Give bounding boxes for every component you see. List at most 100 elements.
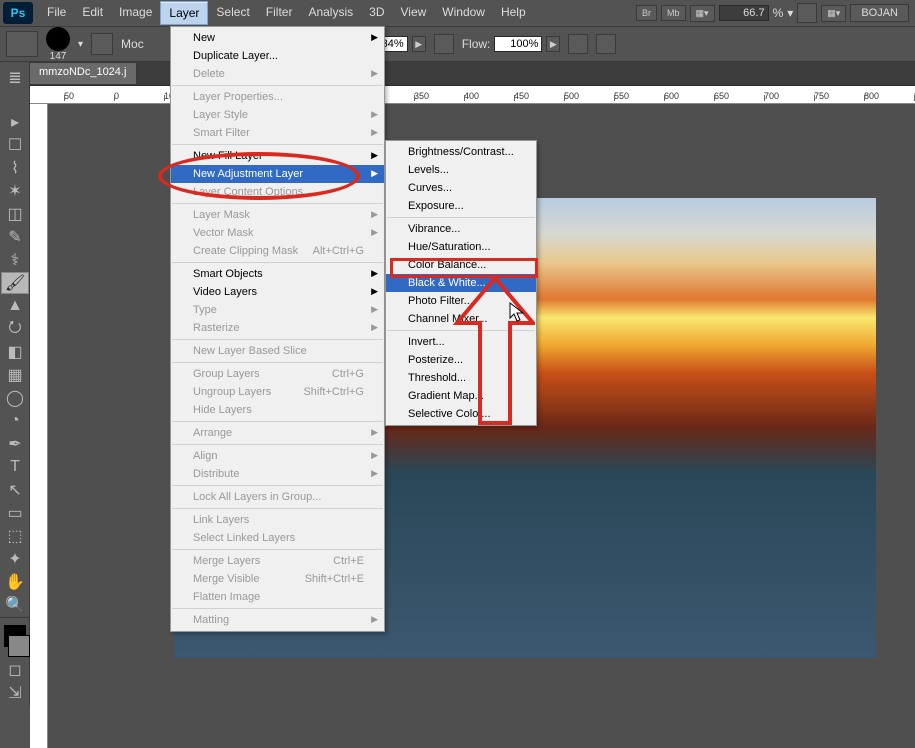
screen-mode-button[interactable]: ▦▾ [821,5,846,22]
menuitem-layer-content-options-: Layer Content Options... [171,183,384,201]
menuitem-lock-all-layers-in-group-: Lock All Layers in Group... [171,488,384,506]
background-color[interactable] [8,635,30,657]
view-tool-icon[interactable] [797,3,817,23]
view-extras-button[interactable]: ▦▾ [690,5,715,22]
document-tab[interactable]: mmzoNDc_1024.j [28,62,137,85]
ruler-vertical [30,104,48,748]
menu-layer[interactable]: Layer [160,1,208,25]
menuitem-flatten-image: Flatten Image [171,588,384,606]
blur-tool[interactable]: ◯ [1,387,29,409]
menuitem-delete: Delete▶ [171,65,384,83]
user-label[interactable]: BOJAN [850,4,909,22]
subitem-posterize-[interactable]: Posterize... [386,351,536,369]
menuitem-vector-mask: Vector Mask▶ [171,224,384,242]
menuitem-hide-layers: Hide Layers [171,401,384,419]
subitem-curves-[interactable]: Curves... [386,179,536,197]
menuitem-rasterize: Rasterize▶ [171,319,384,337]
marquee-tool[interactable]: ☐ [1,134,29,156]
airbrush-icon[interactable] [568,34,588,54]
tablet-opacity-icon[interactable] [434,34,454,54]
subitem-vibrance-[interactable]: Vibrance... [386,220,536,238]
subitem-exposure-[interactable]: Exposure... [386,197,536,215]
menuitem-layer-style: Layer Style▶ [171,106,384,124]
clone-stamp-tool[interactable]: ▲ [1,295,29,317]
screenmode-icon[interactable]: ⇲ [1,682,29,704]
eyedropper-tool[interactable]: ✎ [1,226,29,248]
hand-tool[interactable]: ✋ [1,571,29,593]
ruler-horizontal: 5001001502002503003504004505005506006507… [30,86,915,104]
menuitem-layer-mask: Layer Mask▶ [171,206,384,224]
subitem-selective-color-[interactable]: Selective Color... [386,405,536,423]
magic-wand-tool[interactable]: ✶ [1,180,29,202]
history-brush-tool[interactable]: ⭮ [1,318,29,340]
3d-tool[interactable]: ⬚ [1,525,29,547]
layer-menu-dropdown: New▶Duplicate Layer...Delete▶ Layer Prope… [170,26,385,632]
subitem-brightness-contrast-[interactable]: Brightness/Contrast... [386,143,536,161]
ps-logo-icon: Ps [3,2,33,24]
subitem-photo-filter-[interactable]: Photo Filter... [386,292,536,310]
pen-tool[interactable]: ✒ [1,433,29,455]
3d-camera-tool[interactable]: ✦ [1,548,29,570]
mode-label: Moc [121,37,144,51]
menu-analysis[interactable]: Analysis [300,1,361,25]
menu-filter[interactable]: Filter [258,1,301,25]
crop-tool[interactable]: ◫ [1,203,29,225]
subitem-hue-saturation-[interactable]: Hue/Saturation... [386,238,536,256]
subitem-gradient-map-[interactable]: Gradient Map... [386,387,536,405]
brush-size-picker[interactable]: 147 [46,27,70,62]
eraser-tool[interactable]: ◧ [1,341,29,363]
menuitem-arrange: Arrange▶ [171,424,384,442]
menuitem-group-layers: Group LayersCtrl+G [171,365,384,383]
brush-preset-icon[interactable] [6,31,38,57]
menuitem-smart-objects[interactable]: Smart Objects▶ [171,265,384,283]
subitem-channel-mixer-[interactable]: Channel Mixer... [386,310,536,328]
menu-select[interactable]: Select [208,1,257,25]
zoom-input[interactable] [719,5,769,21]
menuitem-duplicate-layer-[interactable]: Duplicate Layer... [171,47,384,65]
options-bar: 147 ▾ Moc ▶ Flow: ▶ [0,26,915,62]
menu-edit[interactable]: Edit [74,1,111,25]
quickmask-icon[interactable]: ◻ [1,659,29,681]
menu-help[interactable]: Help [493,1,534,25]
gradient-tool[interactable]: ▦ [1,364,29,386]
menu-3d[interactable]: 3D [361,1,392,25]
brush-panel-icon[interactable] [91,33,113,55]
dodge-tool[interactable]: ◔ [1,410,29,432]
menuitem-distribute: Distribute▶ [171,465,384,483]
menu-file[interactable]: File [39,1,74,25]
subitem-color-balance-[interactable]: Color Balance... [386,256,536,274]
shape-tool[interactable]: ▭ [1,502,29,524]
move-tool[interactable]: ▸ [1,111,29,133]
menuitem-align: Align▶ [171,447,384,465]
menuitem-create-clipping-mask: Create Clipping MaskAlt+Ctrl+G [171,242,384,260]
adjustment-submenu: Brightness/Contrast...Levels...Curves...… [385,140,537,426]
zoom-tool[interactable]: 🔍 [1,594,29,616]
subitem-invert-[interactable]: Invert... [386,333,536,351]
menu-bar: Ps FileEditImageLayerSelectFilterAnalysi… [0,0,915,26]
menu-window[interactable]: Window [434,1,493,25]
mb-button[interactable]: Mb [661,5,686,21]
flow-input[interactable] [494,36,542,52]
type-tool[interactable]: T [1,456,29,478]
br-button[interactable]: Br [636,5,657,21]
brush-tool[interactable]: 🖌 [1,272,29,294]
menuitem-layer-properties-: Layer Properties... [171,88,384,106]
menuitem-new-layer-based-slice: New Layer Based Slice [171,342,384,360]
healing-brush-tool[interactable]: ⚕ [1,249,29,271]
tablet-size-icon[interactable] [596,34,616,54]
menuitem-new[interactable]: New▶ [171,29,384,47]
lasso-tool[interactable]: ⌇ [1,157,29,179]
subitem-levels-[interactable]: Levels... [386,161,536,179]
menuitem-video-layers[interactable]: Video Layers▶ [171,283,384,301]
menu-image[interactable]: Image [111,1,160,25]
document-tab-bar: mmzoNDc_1024.j [0,62,915,86]
menuitem-new-adjustment-layer[interactable]: New Adjustment Layer▶ [171,165,384,183]
menu-view[interactable]: View [392,1,434,25]
menuitem-new-fill-layer[interactable]: New Fill Layer▶ [171,147,384,165]
flow-flyout-icon[interactable]: ▶ [546,36,560,52]
opacity-flyout-icon[interactable]: ▶ [412,36,426,52]
ps-handle-icon[interactable]: ≣ [1,67,29,89]
path-tool[interactable]: ↖ [1,479,29,501]
subitem-threshold-[interactable]: Threshold... [386,369,536,387]
subitem-black-white-[interactable]: Black & White... [386,274,536,292]
